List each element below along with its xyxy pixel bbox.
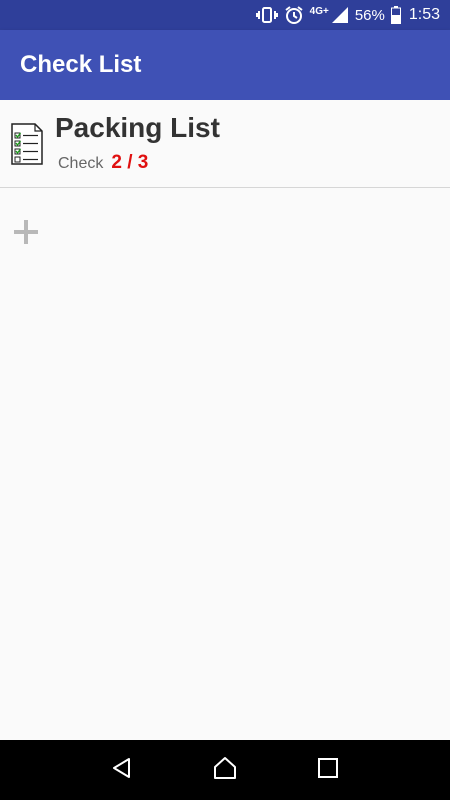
recents-icon [317, 757, 339, 784]
check-label: Check [58, 155, 104, 172]
checklist-icon [11, 123, 43, 165]
network-type: 4G+ [309, 5, 329, 17]
app-bar: Check List [0, 30, 450, 100]
app-title: Check List [20, 51, 142, 78]
home-button[interactable] [205, 750, 245, 790]
list-title: Packing List [55, 112, 220, 143]
recents-button[interactable] [308, 750, 348, 790]
check-count: 2 / 3 [111, 152, 149, 173]
list-progress: Check 2 / 3 [58, 152, 148, 174]
add-list-button[interactable] [10, 218, 42, 250]
vibrate-icon [255, 5, 278, 25]
back-icon [110, 756, 134, 785]
plus-icon [12, 218, 40, 251]
navigation-bar [0, 740, 450, 800]
back-button[interactable] [102, 750, 142, 790]
clock: 1:53 [408, 6, 440, 23]
battery-percent: 56% [354, 6, 385, 24]
home-icon [212, 755, 238, 786]
list-item[interactable]: Packing List Check 2 / 3 [0, 100, 450, 188]
status-bar: 4G+ 56% 1:53 [0, 0, 450, 30]
battery-icon [390, 5, 401, 25]
main-content: Packing List Check 2 / 3 [0, 100, 450, 740]
alarm-icon [284, 5, 304, 25]
signal-icon [331, 5, 349, 25]
